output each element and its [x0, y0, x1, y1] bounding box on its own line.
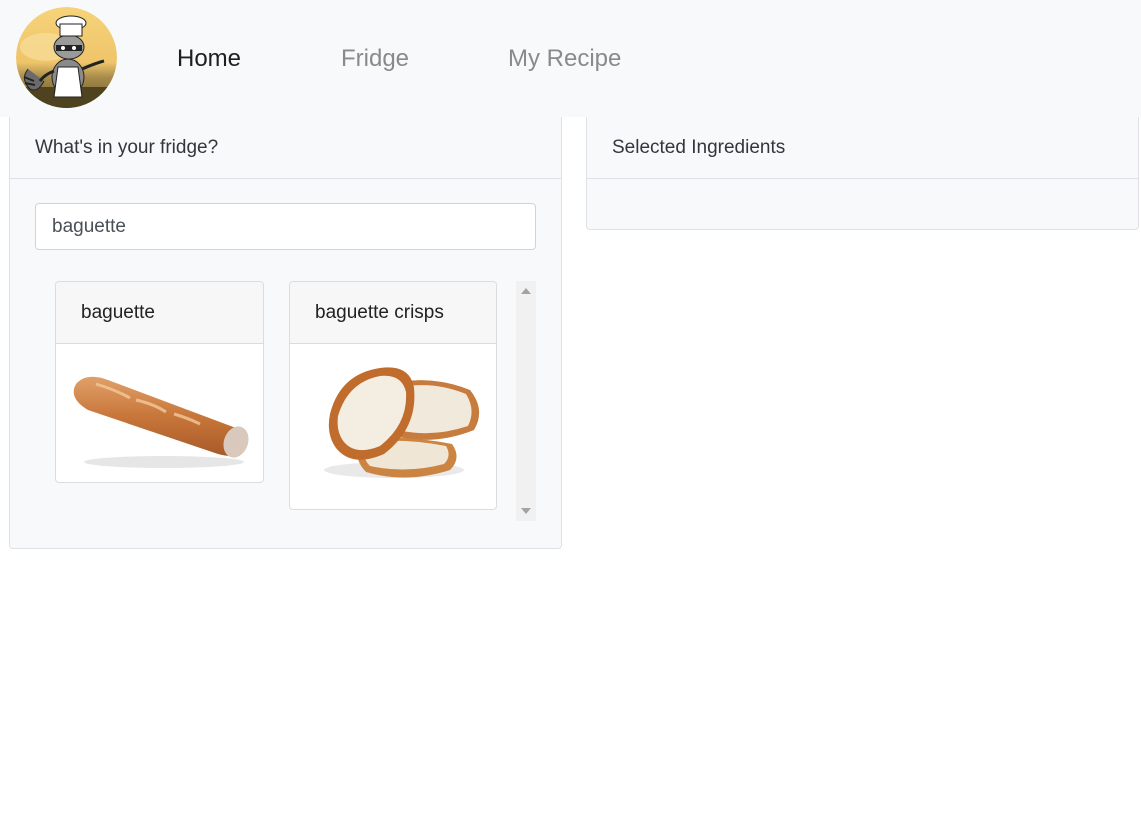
- nav-home-link[interactable]: Home: [177, 44, 241, 74]
- fridge-panel: What's in your fridge? baguette baguette…: [9, 117, 562, 549]
- selected-ingredients-panel: Selected Ingredients: [586, 117, 1139, 230]
- baguette-loaf-image: [56, 344, 263, 482]
- ingredient-name: baguette crisps: [315, 302, 444, 323]
- results-scrollbar[interactable]: [516, 281, 536, 521]
- raccoon-chef-logo-icon[interactable]: [16, 7, 117, 108]
- navbar: Home Fridge My Recipe: [0, 0, 1141, 117]
- scroll-down-icon[interactable]: [521, 508, 531, 514]
- baguette-slices-image: [290, 344, 496, 509]
- nav-my-recipe-link[interactable]: My Recipe: [508, 44, 621, 74]
- ingredient-card-baguette[interactable]: baguette: [55, 281, 264, 483]
- selected-panel-title: Selected Ingredients: [612, 137, 786, 158]
- ingredient-card-header: baguette crisps: [290, 282, 496, 344]
- fridge-panel-title: What's in your fridge?: [35, 137, 219, 158]
- ingredient-name: baguette: [81, 302, 155, 323]
- scroll-up-icon[interactable]: [521, 288, 531, 294]
- ingredient-card-header: baguette: [56, 282, 263, 344]
- nav-fridge-link[interactable]: Fridge: [341, 44, 409, 74]
- ingredient-card-baguette-crisps[interactable]: baguette crisps: [289, 281, 497, 510]
- selected-panel-header: Selected Ingredients: [587, 117, 1138, 179]
- fridge-panel-header: What's in your fridge?: [10, 117, 561, 179]
- ingredient-search-input[interactable]: [35, 203, 536, 250]
